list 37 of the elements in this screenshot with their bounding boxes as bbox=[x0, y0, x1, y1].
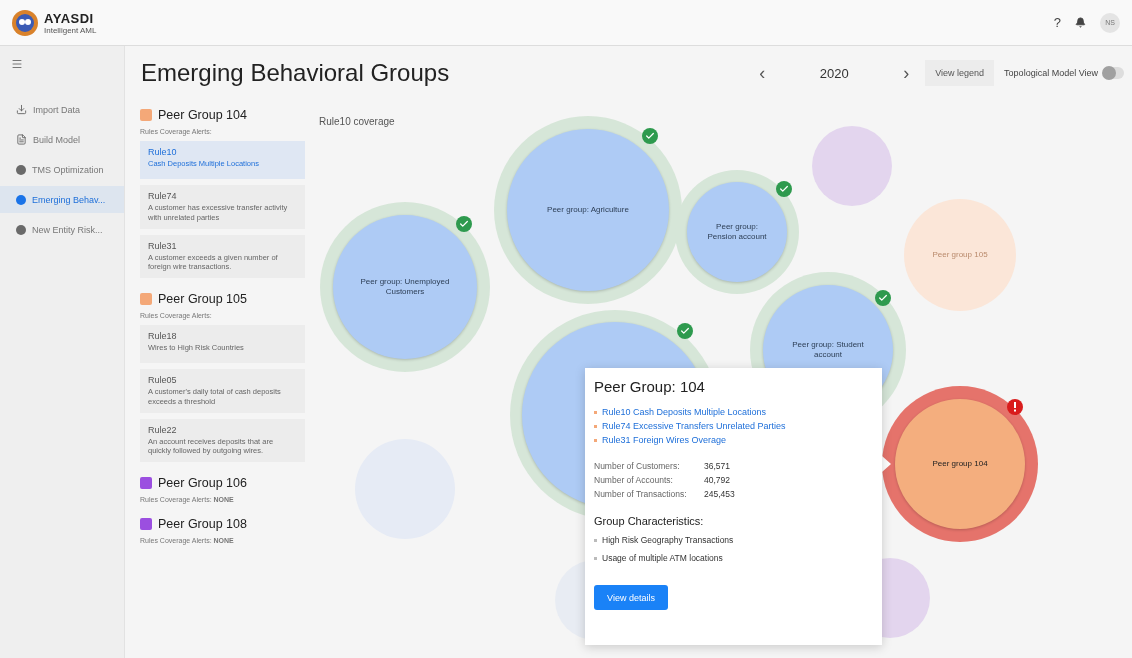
rule-id: Rule18 bbox=[148, 331, 178, 341]
group-name: Peer Group 104 bbox=[158, 108, 247, 122]
bubble-label: Peer group: Agriculture bbox=[546, 204, 630, 216]
group-name: Peer Group 105 bbox=[158, 292, 247, 306]
characteristic-text: Usage of multiple ATM locations bbox=[602, 553, 723, 563]
rule-id: Rule31 bbox=[148, 240, 178, 251]
brand-subtitle: Intelligent AML bbox=[44, 25, 97, 35]
stat-value: 40,792 bbox=[704, 475, 730, 485]
rule-id: Rule22 bbox=[148, 424, 178, 435]
group-name: Peer Group 108 bbox=[158, 517, 247, 531]
stat-value: 245,453 bbox=[704, 489, 735, 499]
nav-label: Import Data bbox=[33, 104, 81, 115]
rule-id: Rule74 bbox=[148, 191, 178, 201]
bubble-label: Peer group: Student account bbox=[791, 339, 865, 361]
group-name: Peer Group 106 bbox=[158, 476, 247, 490]
page-title: Emerging Behavioral Groups bbox=[141, 59, 450, 87]
brand-name: AYASDI bbox=[44, 10, 95, 26]
stat-label: Number of Accounts: bbox=[594, 475, 674, 485]
nav-label: Emerging Behav... bbox=[32, 194, 106, 205]
stat-label: Number of Transactions: bbox=[594, 489, 688, 499]
bubble-label: Peer group: Unemployed Customers bbox=[359, 276, 451, 298]
rule-id: Rule05 bbox=[148, 375, 178, 385]
bubble-label: Peer group 105 bbox=[931, 249, 989, 261]
coverage-caption: Rule10 coverage bbox=[319, 116, 395, 127]
popup-title: Peer Group: 104 bbox=[594, 378, 706, 395]
nav-label: New Entity Risk... bbox=[32, 224, 103, 235]
rule-id: Rule10 bbox=[148, 147, 178, 157]
nav-label: TMS Optimization bbox=[32, 164, 104, 175]
toggle-label: Topological Model View bbox=[1004, 68, 1098, 78]
characteristic-text: High Risk Geography Transactions bbox=[602, 535, 734, 545]
characteristics-title: Group Characteristics: bbox=[594, 515, 705, 527]
nav-label: Build Model bbox=[33, 134, 81, 145]
stat-label: Number of Customers: bbox=[594, 461, 681, 471]
bubble-label: Peer group 104 bbox=[931, 458, 989, 470]
stat-value: 36,571 bbox=[704, 461, 730, 471]
bubble-label: Peer group: Pension account bbox=[706, 221, 768, 243]
year-label: 2020 bbox=[818, 65, 850, 81]
